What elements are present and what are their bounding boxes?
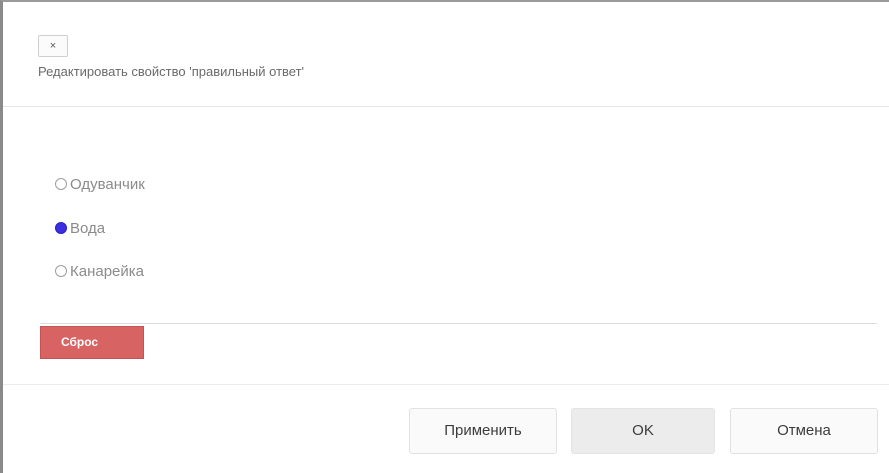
option-dandelion[interactable]: Одуванчик <box>55 172 145 196</box>
option-water[interactable]: Вода <box>55 216 105 240</box>
footer-divider <box>3 384 889 385</box>
radio-water[interactable] <box>55 222 67 234</box>
radio-canary[interactable] <box>55 265 67 277</box>
radio-dandelion[interactable] <box>55 178 67 190</box>
option-label: Вода <box>70 219 106 237</box>
cancel-button[interactable]: Отмена <box>730 408 878 454</box>
edit-property-dialog: × Редактировать свойство 'правильный отв… <box>0 0 889 473</box>
option-canary[interactable]: Канарейка <box>55 259 144 283</box>
ok-button[interactable]: OK <box>571 408 715 454</box>
divider <box>40 323 877 324</box>
close-button[interactable]: × <box>38 35 68 57</box>
apply-button[interactable]: Применить <box>409 408 557 454</box>
option-label: Канарейка <box>70 262 145 280</box>
option-label: Одуванчик <box>70 175 145 193</box>
reset-button[interactable]: Сброс <box>40 326 144 359</box>
dialog-title: Редактировать свойство 'правильный ответ… <box>38 64 305 79</box>
dialog-header: × Редактировать свойство 'правильный отв… <box>3 2 889 107</box>
